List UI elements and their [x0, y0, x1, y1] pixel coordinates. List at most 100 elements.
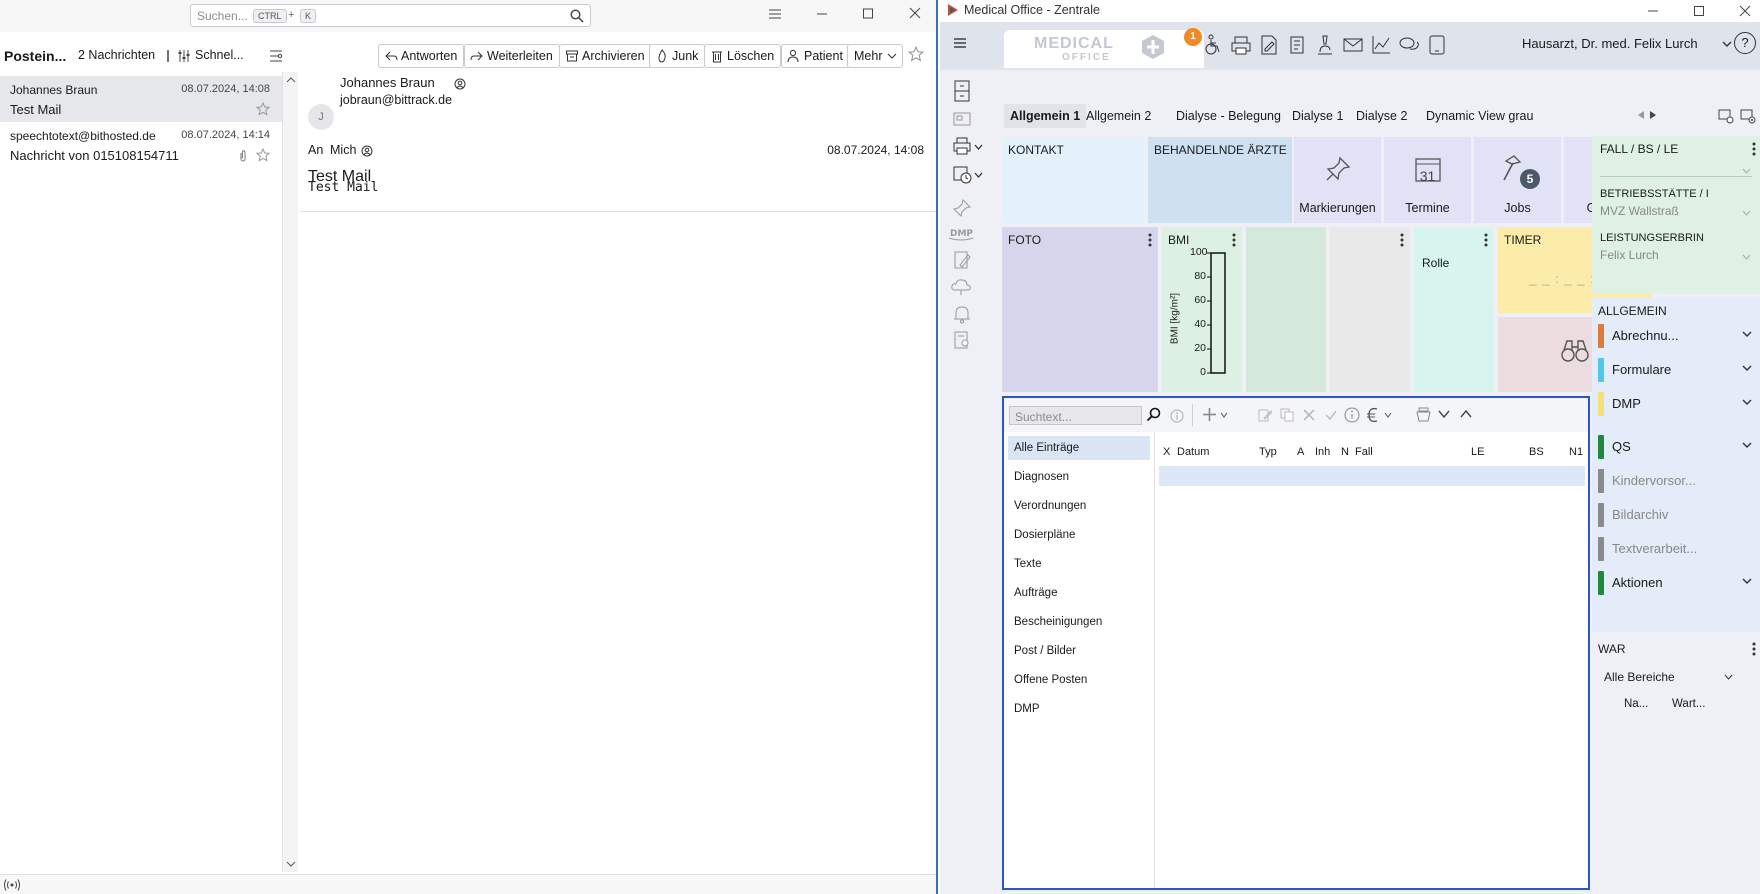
- cabinet-icon[interactable]: [952, 80, 972, 102]
- tab-dialyse-1[interactable]: Dialyse 1: [1286, 104, 1349, 128]
- add-icon[interactable]: [1202, 407, 1217, 422]
- edit-icon[interactable]: [1258, 408, 1272, 422]
- column-header[interactable]: N1: [1569, 446, 1583, 458]
- tile-rolle[interactable]: Rolle: [1414, 227, 1494, 392]
- category-auftraege[interactable]: Aufträge: [1008, 581, 1150, 605]
- column-header[interactable]: X: [1163, 446, 1170, 458]
- category-texte[interactable]: Texte: [1008, 552, 1150, 576]
- quick-filter-button[interactable]: Schnel...: [195, 48, 244, 62]
- entries-search-input[interactable]: Suchtext...: [1009, 406, 1142, 425]
- tab-next-icon[interactable]: [1649, 110, 1657, 120]
- quick-filter-icon[interactable]: [177, 49, 191, 63]
- delete-button[interactable]: Löschen: [704, 44, 782, 68]
- accordion-aktionen[interactable]: Aktionen: [1598, 569, 1754, 597]
- contact-icon[interactable]: [454, 78, 466, 90]
- chevron-down-icon[interactable]: [1742, 168, 1751, 174]
- patient-button[interactable]: Patient: [781, 44, 850, 68]
- tab-dynamic-view-grau[interactable]: Dynamic View grau: [1420, 104, 1539, 128]
- contact-icon[interactable]: [361, 145, 373, 157]
- column-header[interactable]: Typ: [1259, 446, 1277, 458]
- tile-termine[interactable]: 31 Termine: [1384, 137, 1471, 223]
- tile-bmi[interactable]: BMI BMI [kg/m²] 100 80 60 40 20 0: [1162, 227, 1242, 392]
- scroll-icon[interactable]: [1286, 34, 1308, 56]
- tab-allgemein-2[interactable]: Allgemein 2: [1080, 104, 1157, 128]
- info-icon[interactable]: [1344, 407, 1360, 423]
- pushpin-icon[interactable]: [952, 198, 972, 218]
- tab-prev-icon[interactable]: [1637, 110, 1645, 120]
- list-options-icon[interactable]: [268, 48, 284, 64]
- tile-empty-grey[interactable]: [1330, 227, 1410, 392]
- tab-dialyse-2[interactable]: Dialyse 2: [1350, 104, 1413, 128]
- printer-icon[interactable]: [1230, 34, 1252, 56]
- star-icon[interactable]: [908, 46, 924, 62]
- check-icon[interactable]: [1324, 408, 1338, 422]
- accordion-kindervorsorge[interactable]: Kindervorsor...: [1598, 467, 1754, 495]
- help-icon[interactable]: ?: [1734, 32, 1756, 54]
- more-vertical-icon[interactable]: [1232, 233, 1236, 247]
- column-header[interactable]: BS: [1529, 446, 1544, 458]
- chart-icon[interactable]: [1370, 34, 1392, 56]
- reply-button[interactable]: Antworten: [378, 44, 465, 68]
- view-settings-icon[interactable]: [1718, 108, 1734, 124]
- form-edit-icon[interactable]: [952, 250, 972, 270]
- document-edit-icon[interactable]: [1258, 34, 1280, 56]
- card-reader-icon[interactable]: [952, 110, 972, 128]
- category-dmp[interactable]: DMP: [1008, 697, 1150, 721]
- chevron-down-icon[interactable]: [1742, 210, 1751, 216]
- war-column-name[interactable]: Na...: [1624, 698, 1648, 710]
- accordion-dmp[interactable]: DMP: [1598, 390, 1754, 418]
- tile-kontakt[interactable]: KONTAKT: [1002, 137, 1144, 223]
- category-offene-posten[interactable]: Offene Posten: [1008, 668, 1150, 692]
- euro-icon[interactable]: [1366, 406, 1380, 424]
- connection-icon[interactable]: [4, 878, 20, 892]
- tile-markierungen[interactable]: Markierungen: [1294, 137, 1381, 223]
- tile-foto[interactable]: FOTO: [1002, 227, 1158, 392]
- column-header[interactable]: Inh: [1315, 446, 1330, 458]
- maximize-icon[interactable]: [1692, 4, 1706, 18]
- table-row[interactable]: [1159, 466, 1585, 486]
- tab-allgemein-1[interactable]: Allgemein 1: [1004, 104, 1087, 128]
- mail-icon[interactable]: [1342, 34, 1364, 56]
- folder-name[interactable]: Postein...: [4, 48, 66, 64]
- tile-jobs[interactable]: 5 Jobs: [1474, 137, 1561, 223]
- more-vertical-icon[interactable]: [1400, 233, 1404, 247]
- calendar-clock-icon[interactable]: [952, 164, 972, 184]
- column-header[interactable]: Fall: [1355, 446, 1373, 458]
- more-vertical-icon[interactable]: [1752, 642, 1756, 656]
- chevron-down-icon[interactable]: [1742, 442, 1752, 449]
- more-vertical-icon[interactable]: [1148, 233, 1152, 247]
- category-post-bilder[interactable]: Post / Bilder: [1008, 639, 1150, 663]
- search-icon[interactable]: [570, 9, 584, 23]
- chevron-down-icon[interactable]: [1742, 365, 1752, 372]
- chevron-down-icon[interactable]: [1722, 41, 1732, 48]
- tab-dialyse-belegung[interactable]: Dialyse - Belegung: [1170, 104, 1287, 128]
- sender-name[interactable]: Johannes Braun: [340, 75, 435, 90]
- chevron-down-icon[interactable]: [1742, 578, 1752, 585]
- star-icon[interactable]: [256, 148, 270, 162]
- chevron-down-icon[interactable]: [1724, 674, 1733, 680]
- notification-badge[interactable]: 1: [1184, 28, 1202, 46]
- chevron-down-icon[interactable]: [1742, 399, 1752, 406]
- star-icon[interactable]: [256, 102, 270, 116]
- delete-icon[interactable]: [1302, 408, 1316, 422]
- forward-button[interactable]: Weiterleiten: [464, 44, 560, 68]
- collapse-up-icon[interactable]: [1460, 409, 1472, 419]
- tile-empty-green[interactable]: [1246, 227, 1326, 392]
- to-value[interactable]: Mich: [330, 143, 356, 157]
- expand-down-icon[interactable]: [1438, 409, 1450, 419]
- column-header[interactable]: LE: [1471, 446, 1484, 458]
- app-menu-icon[interactable]: [767, 6, 789, 26]
- microscope-icon[interactable]: [1314, 34, 1336, 56]
- search-icon[interactable]: [1146, 407, 1161, 422]
- more-vertical-icon[interactable]: [1752, 142, 1756, 156]
- accordion-textverarbeitung[interactable]: Textverarbeit...: [1598, 535, 1754, 563]
- war-select[interactable]: Alle Bereiche: [1604, 670, 1675, 684]
- chevron-down-icon[interactable]: [1742, 254, 1751, 260]
- close-icon[interactable]: [1738, 4, 1752, 18]
- sender-email[interactable]: jobraun@bittrack.de: [340, 93, 452, 107]
- mail-search-input[interactable]: Suchen... CTRL + K: [190, 4, 591, 27]
- message-row[interactable]: speechtotext@bithosted.de 08.07.2024, 14…: [0, 122, 282, 168]
- thread-icon[interactable]: [166, 50, 170, 62]
- bell-icon[interactable]: [952, 304, 972, 324]
- leistung-value[interactable]: Felix Lurch: [1600, 248, 1659, 262]
